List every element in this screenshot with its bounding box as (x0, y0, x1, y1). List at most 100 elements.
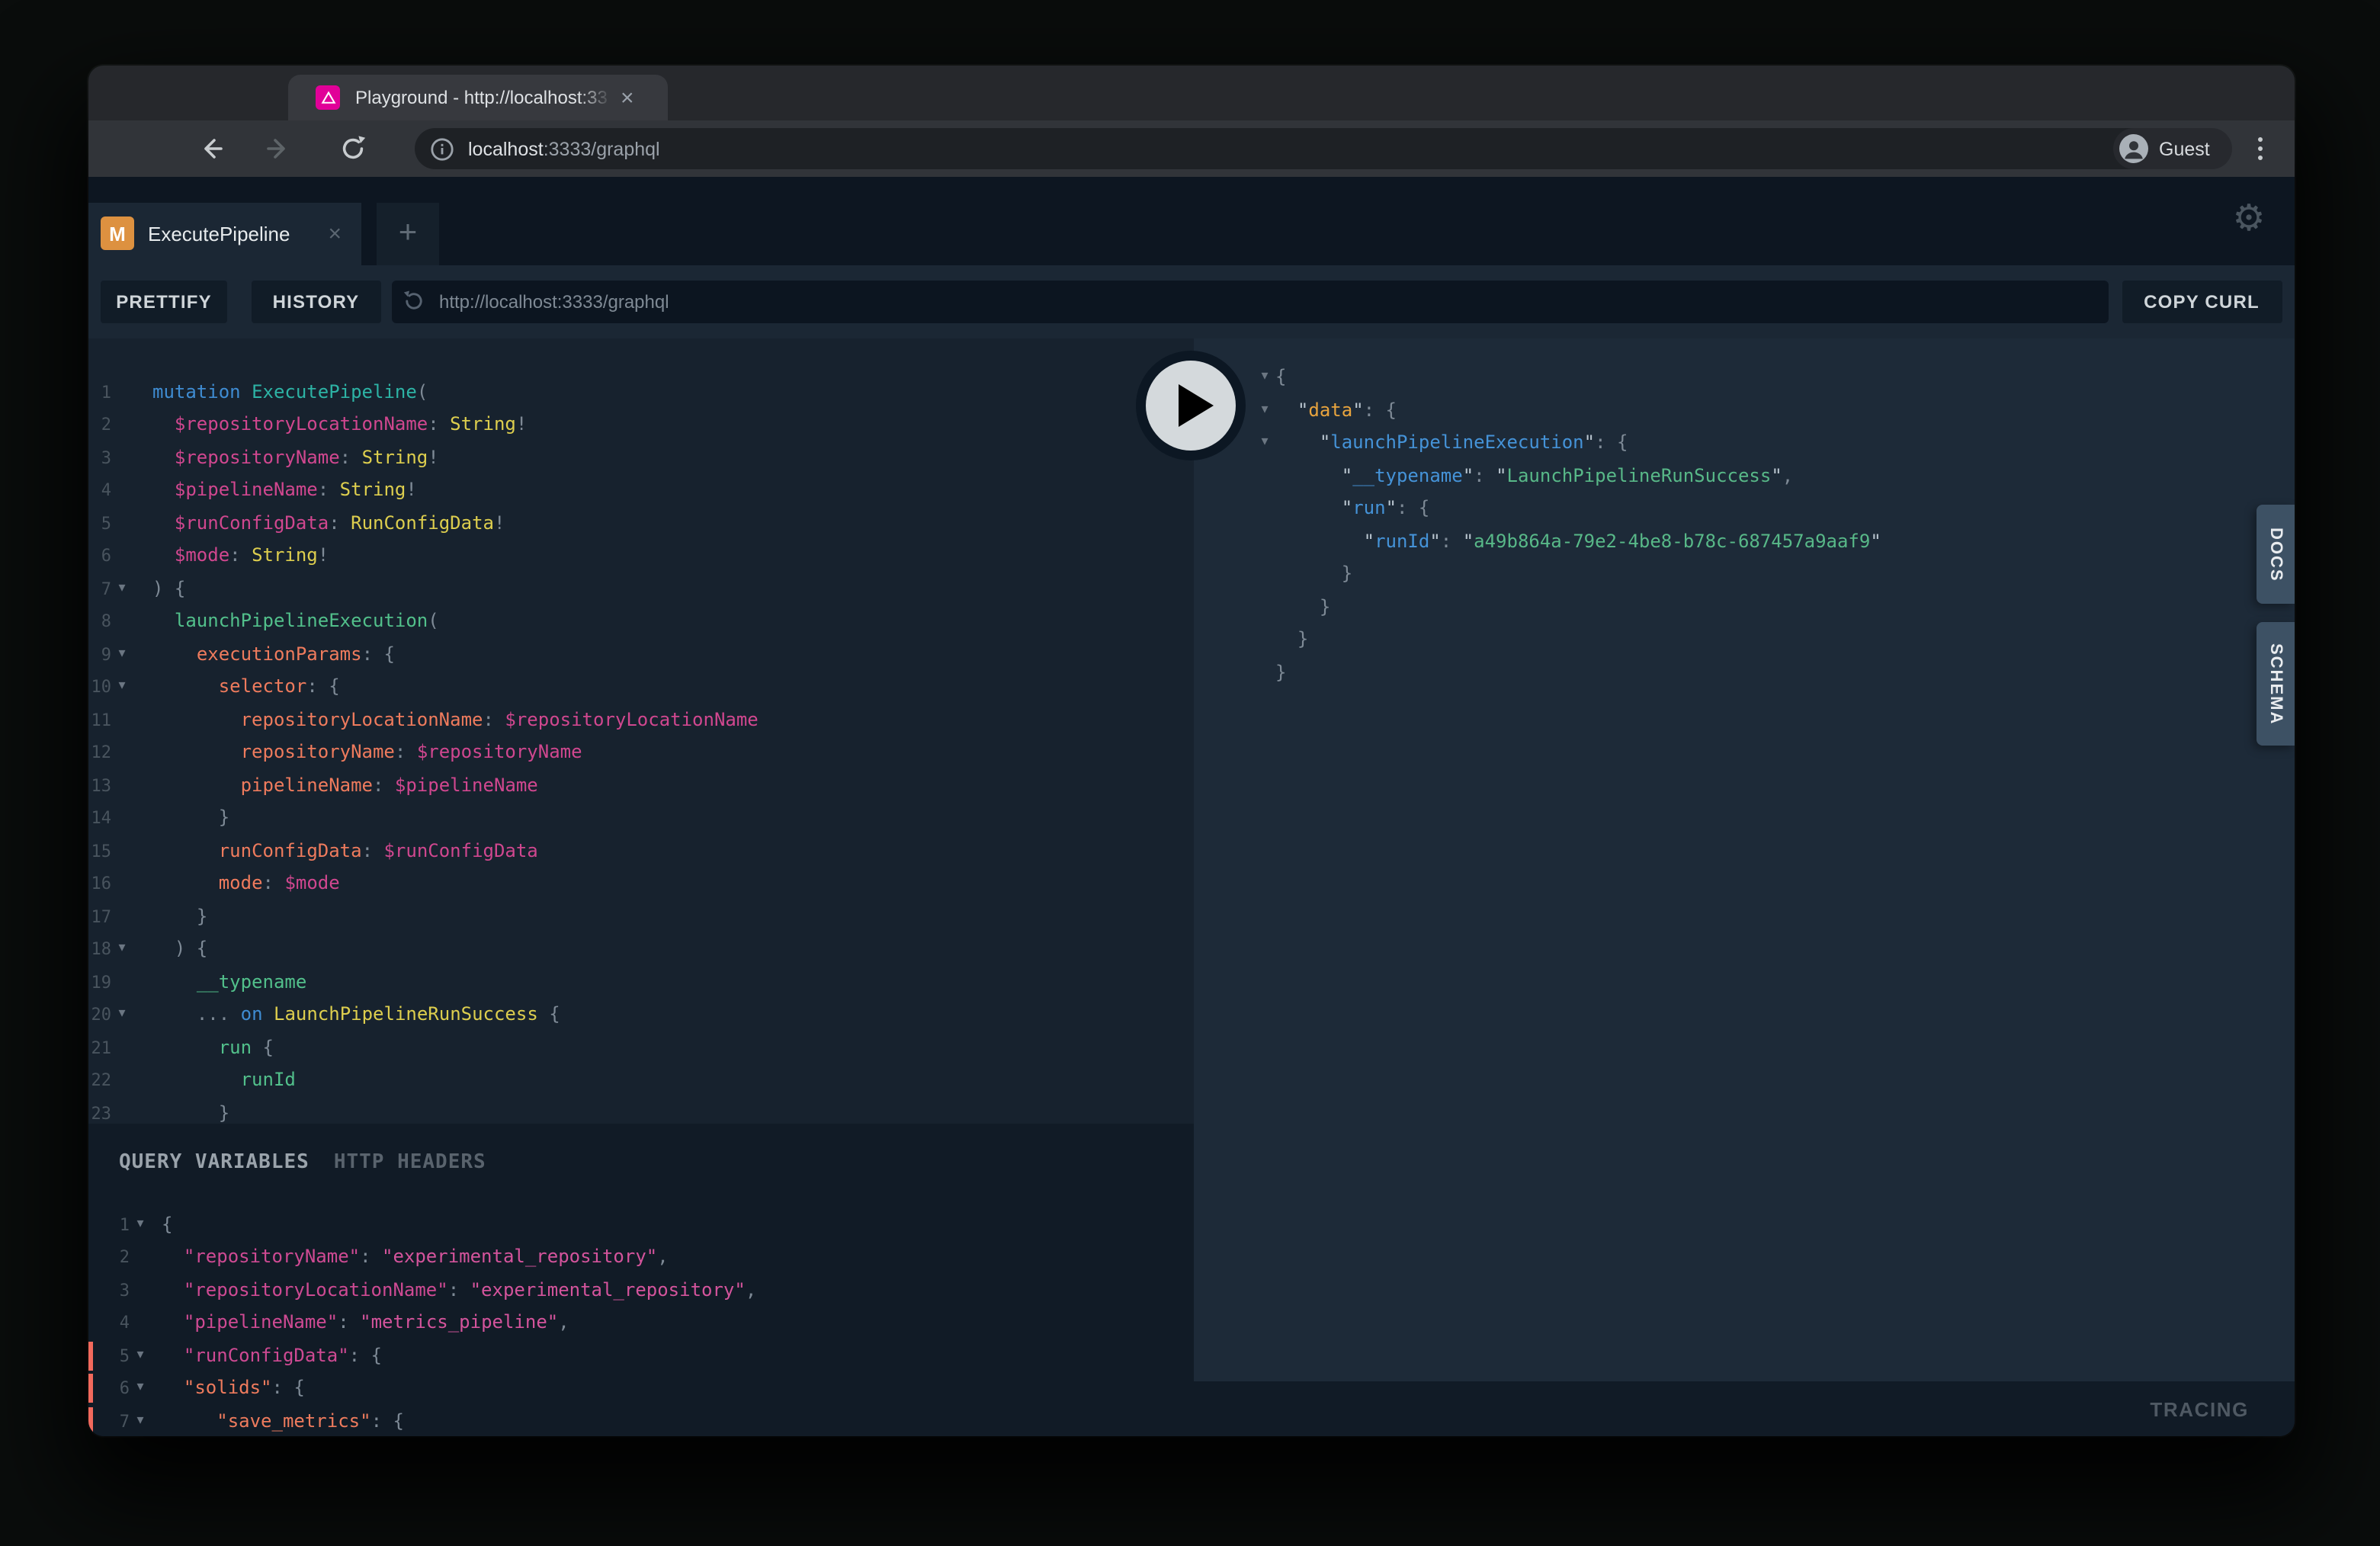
line-number: 19 (88, 967, 111, 999)
code-line: 2 $repositoryLocationName: String! (88, 409, 1193, 442)
copy-curl-button[interactable]: COPY CURL (2122, 280, 2282, 322)
lint-error-marker (88, 1342, 93, 1371)
code-text: run { (133, 1032, 1193, 1065)
tab-http-headers[interactable]: HTTP HEADERS (334, 1147, 486, 1179)
fold-arrow-empty (111, 377, 133, 409)
line-number: 1 (88, 377, 111, 409)
docs-side-tab[interactable]: DOCS (2257, 505, 2295, 604)
code-text: } (1275, 592, 2295, 624)
code-text: repositoryName: $repositoryName (133, 737, 1193, 770)
fold-arrow-empty (111, 704, 133, 737)
code-text: $pipelineName: String! (133, 475, 1193, 508)
code-line: 1mutation ExecutePipeline( (88, 377, 1193, 409)
fold-arrow-icon[interactable]: ▾ (111, 999, 133, 1032)
browser-tab-title: Playground - http://localhost:33 (355, 87, 611, 108)
line-number: 2 (88, 1242, 130, 1275)
mutation-badge: M (101, 217, 134, 251)
line-number: 9 (88, 639, 111, 672)
fold-arrow-empty (111, 737, 133, 770)
code-text: } (1275, 624, 2295, 657)
code-line: 3 "repositoryLocationName": "experimenta… (88, 1275, 1193, 1307)
profile-button[interactable]: Guest (2113, 128, 2232, 169)
line-number: 21 (88, 1032, 111, 1065)
line-number: 5 (88, 508, 111, 540)
fold-arrow-icon[interactable]: ▾ (1254, 428, 1275, 460)
fold-arrow-icon[interactable]: ▾ (111, 639, 133, 672)
fold-arrow-icon[interactable]: ▾ (111, 934, 133, 967)
line-number: 6 (88, 1373, 130, 1406)
code-line: } (1193, 559, 2295, 592)
code-line: 4 "pipelineName": "metrics_pipeline", (88, 1307, 1193, 1340)
fold-arrow-empty (111, 475, 133, 508)
fold-arrow-empty (111, 1098, 133, 1124)
settings-gear-icon[interactable]: ⚙ (2228, 198, 2270, 241)
fold-arrow-icon[interactable]: ▾ (130, 1373, 151, 1406)
fold-arrow-empty (111, 967, 133, 999)
endpoint-input[interactable]: http://localhost:3333/graphql (392, 280, 2109, 322)
code-line: ▾ "launchPipelineExecution": { (1193, 428, 2295, 460)
playground-toolbar: PRETTIFY HISTORY http://localhost:3333/g… (88, 265, 2295, 338)
line-number: 12 (88, 737, 111, 770)
session-tab-close-icon[interactable]: × (328, 223, 342, 245)
url-omnibox[interactable]: localhost:3333/graphql (415, 128, 2189, 169)
browser-tab[interactable]: Playground - http://localhost:33 × (288, 75, 668, 120)
prettify-button[interactable]: PRETTIFY (101, 280, 227, 322)
line-number: 20 (88, 999, 111, 1032)
execute-query-button[interactable] (1134, 349, 1247, 462)
code-text: } (1275, 559, 2295, 592)
code-line: } (1193, 657, 2295, 690)
code-line: 21 run { (88, 1032, 1193, 1065)
code-text: "solids": { (151, 1373, 1193, 1406)
code-text: "repositoryName": "experimental_reposito… (151, 1242, 1193, 1275)
new-session-tab-button[interactable]: + (377, 203, 439, 265)
code-line: 11 repositoryLocationName: $repositoryLo… (88, 704, 1193, 737)
endpoint-url: http://localhost:3333/graphql (439, 290, 669, 312)
fold-arrow-icon[interactable]: ▾ (1254, 362, 1275, 395)
schema-side-tab[interactable]: SCHEMA (2257, 622, 2295, 746)
fold-arrow-empty (111, 901, 133, 934)
fold-arrow-empty (1254, 657, 1275, 690)
query-editor[interactable]: 1mutation ExecutePipeline(2 $repositoryL… (88, 338, 1193, 1124)
line-number: 2 (88, 409, 111, 442)
query-variables-pane[interactable]: QUERY VARIABLES HTTP HEADERS 1▾{2 "repos… (88, 1124, 1193, 1436)
fold-arrow-icon[interactable]: ▾ (1254, 395, 1275, 428)
fold-arrow-icon[interactable]: ▾ (130, 1340, 151, 1373)
reload-icon[interactable] (337, 133, 369, 165)
session-tab-executepipeline[interactable]: M ExecutePipeline × (88, 203, 361, 265)
code-line: } (1193, 624, 2295, 657)
code-line: 8 launchPipelineExecution( (88, 606, 1193, 639)
code-text: ) { (133, 934, 1193, 967)
code-line: "runId": "a49b864a-79e2-4be8-b78c-687457… (1193, 526, 2295, 559)
fold-arrow-empty (111, 803, 133, 836)
browser-menu-icon[interactable] (2253, 133, 2266, 165)
fold-arrow-icon[interactable]: ▾ (130, 1209, 151, 1242)
code-text: } (133, 901, 1193, 934)
line-number: 5 (88, 1340, 130, 1373)
site-info-icon[interactable] (430, 136, 454, 161)
fold-arrow-icon[interactable]: ▾ (111, 672, 133, 704)
forward-icon[interactable] (262, 133, 294, 165)
fold-arrow-empty (130, 1242, 151, 1275)
line-number: 18 (88, 934, 111, 967)
line-number: 22 (88, 1065, 111, 1098)
history-button[interactable]: HISTORY (252, 280, 380, 322)
fold-arrow-empty (111, 606, 133, 639)
fold-arrow-icon[interactable]: ▾ (130, 1406, 151, 1437)
fold-arrow-empty (111, 409, 133, 442)
fold-arrow-icon[interactable]: ▾ (111, 573, 133, 606)
lint-error-marker (88, 1374, 93, 1403)
graphql-playground: M ExecutePipeline × + ⚙ PRETTIFY HISTORY… (88, 177, 2295, 1436)
line-number: 4 (88, 475, 111, 508)
fold-arrow-empty (111, 868, 133, 901)
session-tab-title: ExecutePipeline (148, 223, 290, 245)
tab-query-variables[interactable]: QUERY VARIABLES (119, 1147, 310, 1179)
code-text: $repositoryLocationName: String! (133, 409, 1193, 442)
code-line: 18▾ ) { (88, 934, 1193, 967)
back-icon[interactable] (195, 133, 227, 165)
code-text: pipelineName: $pipelineName (133, 770, 1193, 803)
browser-tab-close-icon[interactable]: × (621, 86, 634, 109)
code-line: 1▾{ (88, 1209, 1193, 1242)
graphql-playground-favicon-icon (316, 85, 340, 110)
tracing-bar[interactable]: TRACING (1193, 1381, 2295, 1436)
reload-endpoint-icon[interactable] (401, 288, 427, 314)
